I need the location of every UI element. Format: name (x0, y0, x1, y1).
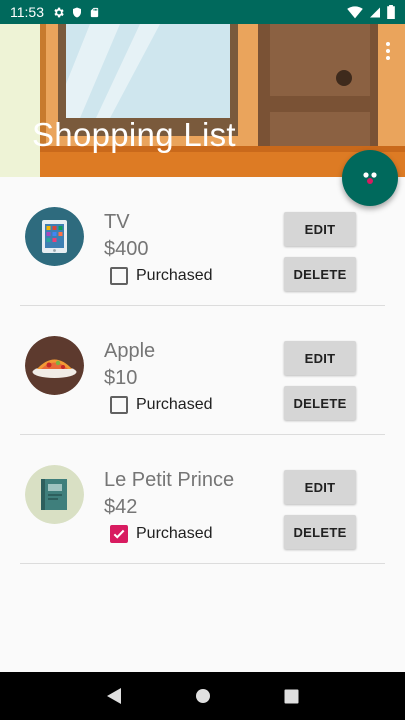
status-time: 11:53 (10, 4, 44, 20)
book-icon (25, 465, 84, 524)
check-icon (113, 529, 125, 539)
food-plate-icon (25, 336, 84, 395)
shield-icon (73, 7, 81, 17)
shopping-list: TV $400 Purchased EDIT DELETE Apple $10 (0, 177, 405, 564)
sd-card-icon (90, 7, 99, 17)
overflow-menu-button[interactable] (385, 42, 391, 60)
wifi-icon (347, 5, 363, 18)
battery-icon (387, 5, 395, 19)
header-banner: Shopping List (0, 24, 405, 177)
item-name: TV (104, 211, 130, 233)
purchased-checkbox[interactable] (110, 525, 128, 543)
storefront-illustration (0, 24, 405, 177)
purchased-label: Purchased (136, 396, 213, 413)
home-icon[interactable] (195, 688, 211, 704)
list-item: TV $400 Purchased EDIT DELETE (0, 177, 405, 306)
recents-icon[interactable] (284, 689, 299, 704)
edit-button[interactable]: EDIT (284, 212, 356, 246)
edit-button[interactable]: EDIT (284, 341, 356, 375)
list-item: Apple $10 Purchased EDIT DELETE (0, 306, 405, 435)
purchased-label: Purchased (136, 267, 213, 284)
system-nav-bar (0, 672, 405, 720)
purchased-checkbox-row[interactable]: Purchased (110, 525, 213, 543)
page-title: Shopping List (32, 116, 236, 153)
divider (20, 563, 385, 564)
edit-button[interactable]: EDIT (284, 470, 356, 504)
delete-button[interactable]: DELETE (284, 257, 356, 291)
list-item: Le Petit Prince $42 Purchased EDIT DELET… (0, 435, 405, 564)
signal-icon (370, 7, 380, 17)
item-name: Le Petit Prince (104, 469, 235, 491)
purchased-checkbox-row[interactable]: Purchased (110, 267, 213, 285)
item-price: $10 (104, 367, 138, 389)
purchased-label: Purchased (136, 525, 213, 542)
purchased-checkbox[interactable] (110, 267, 128, 285)
delete-button[interactable]: DELETE (284, 386, 356, 420)
settings-gear-icon (54, 7, 64, 17)
back-icon[interactable] (106, 687, 122, 705)
tablet-icon (25, 207, 84, 266)
more-vert-icon (386, 42, 390, 46)
item-price: $400 (104, 238, 149, 260)
item-price: $42 (104, 496, 138, 518)
purchased-checkbox-row[interactable]: Purchased (110, 396, 213, 414)
delete-button[interactable]: DELETE (284, 515, 356, 549)
item-name: Apple (104, 340, 156, 362)
status-bar: 11:53 (0, 0, 405, 24)
purchased-checkbox[interactable] (110, 396, 128, 414)
